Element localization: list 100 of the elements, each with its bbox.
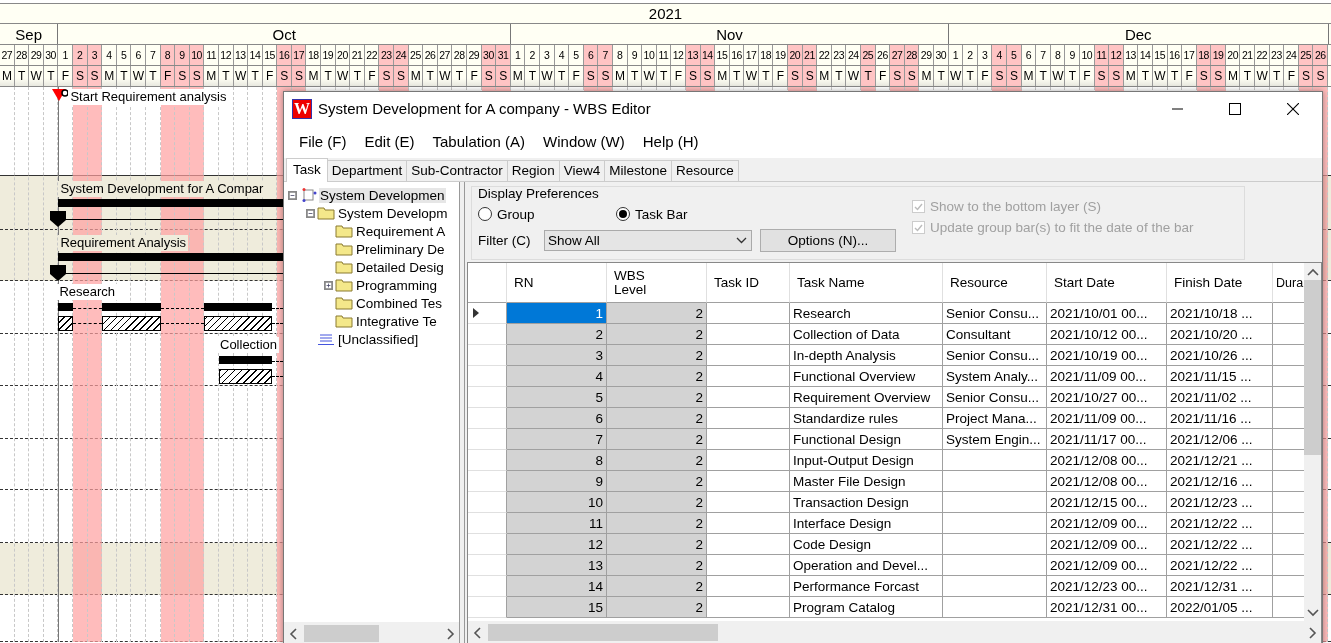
day-header: 25 (861, 45, 876, 65)
table-cell: 2 (507, 324, 607, 345)
table-cell: 2021/11/02 ... (1167, 387, 1273, 408)
folder-icon (335, 260, 353, 274)
table-cell: 13 (507, 555, 607, 576)
table-cell: 2021/12/16 ... (1167, 471, 1273, 492)
tree-item[interactable]: Preliminary De (355, 241, 446, 257)
weekday-header: W (846, 66, 862, 86)
scroll-right-icon[interactable] (1308, 626, 1317, 639)
scroll-thumb[interactable] (1304, 280, 1321, 455)
table-cell: 2021/12/22 ... (1167, 534, 1273, 555)
menu-item[interactable]: File (F) (290, 133, 356, 150)
day-header: 9 (175, 45, 190, 65)
day-header: 19 (1211, 45, 1226, 65)
app-icon: W (292, 98, 312, 119)
weekday-header: T (350, 66, 365, 86)
tab[interactable]: Resource (670, 160, 739, 181)
folder-icon (335, 278, 353, 292)
scroll-up-icon[interactable] (1306, 267, 1319, 276)
month-header: Oct (58, 24, 511, 44)
weekday-header: T (1036, 66, 1051, 86)
table-cell: 2 (607, 387, 707, 408)
folder-icon (335, 242, 353, 256)
collapse-icon[interactable] (288, 190, 297, 200)
column-header[interactable]: Task Name (790, 263, 943, 303)
column-header[interactable]: Start Date (1047, 263, 1167, 303)
table-cell: 2021/12/22 ... (1167, 513, 1273, 534)
tree-item[interactable]: Combined Tes (355, 295, 444, 311)
day-header: 20 (788, 45, 803, 65)
tree-item[interactable]: Integrative Te (355, 313, 438, 329)
options-button[interactable]: Options (N)... (760, 228, 896, 252)
checkbox-label: Update group bar(s) to fit the date of the bar (930, 220, 1194, 235)
day-header: 18 (306, 45, 322, 65)
table-cell: Senior Consu... (943, 387, 1047, 408)
table-cell: 2021/12/22 ... (1167, 555, 1273, 576)
tree-item[interactable]: System Developmen (319, 187, 446, 203)
table-cell: System Engin... (943, 429, 1047, 450)
table-cell: 2 (607, 597, 707, 618)
weekday-header: W (131, 66, 146, 86)
scroll-down-icon[interactable] (1306, 608, 1319, 617)
tab[interactable]: Department (326, 160, 408, 181)
table-cell: 2021/12/09 00... (1047, 555, 1167, 576)
day-header: 7 (1036, 45, 1051, 65)
header-corner (468, 263, 507, 303)
scroll-thumb[interactable] (488, 624, 718, 641)
table-cell: 2 (607, 576, 707, 597)
table-cell: 5 (507, 387, 607, 408)
table-cell: 2 (607, 429, 707, 450)
scroll-right-icon[interactable] (446, 627, 455, 640)
radio-button[interactable] (616, 207, 630, 221)
day-header: 29 (919, 45, 934, 65)
table-cell: 2 (607, 513, 707, 534)
expand-icon[interactable] (324, 280, 333, 290)
current-row-icon (473, 308, 479, 318)
chevron-down-icon (736, 236, 747, 244)
column-header[interactable]: Task ID (707, 263, 790, 303)
tree-item[interactable]: Requirement A (355, 223, 447, 239)
radio-button[interactable] (478, 207, 492, 221)
day-header: 16 (1167, 45, 1183, 65)
weekday-header: W (1255, 66, 1270, 86)
tree-item[interactable]: Detailed Desig (355, 259, 445, 275)
table-cell: Collection of Data (790, 324, 943, 345)
menu-item[interactable]: Help (H) (633, 133, 708, 150)
day-header: 15 (1152, 45, 1168, 65)
menu-item[interactable]: Window (W) (534, 133, 634, 150)
menu-item[interactable]: Edit (E) (355, 133, 424, 150)
weekday-header: T (1138, 66, 1153, 86)
filter-dropdown[interactable]: Show All (544, 229, 752, 251)
scroll-left-icon[interactable] (288, 627, 297, 640)
column-header[interactable]: Finish Date (1167, 263, 1273, 303)
day-header: 8 (612, 45, 628, 65)
horizontal-scrollbar[interactable] (284, 622, 459, 643)
day-header: 1 (948, 45, 964, 65)
tab[interactable]: Region (506, 160, 560, 181)
day-header: 25 (408, 45, 424, 65)
table-cell: 2021/12/06 ... (1167, 429, 1273, 450)
column-header[interactable]: Resource (943, 263, 1047, 303)
table-cell: 2 (607, 534, 707, 555)
tree-item[interactable]: Programming (355, 277, 439, 293)
day-header: 17 (744, 45, 759, 65)
weekday-header: M (919, 66, 934, 86)
tab[interactable]: Task (286, 158, 328, 182)
collapse-icon[interactable] (306, 208, 315, 218)
menu-item[interactable]: Tabulation (A) (423, 133, 535, 150)
tree-item[interactable]: System Developm (337, 205, 449, 221)
day-header: 24 (394, 45, 409, 65)
table-cell: 2021/12/08 00... (1047, 471, 1167, 492)
vertical-scrollbar[interactable] (1304, 263, 1321, 621)
table-cell: 14 (507, 576, 607, 597)
day-header: 1 (510, 45, 526, 65)
weekday-header: T (248, 66, 263, 86)
tree-item[interactable]: [Unclassified] (337, 331, 420, 347)
table-cell: Senior Consu... (943, 303, 1047, 324)
weekday-header: S (394, 66, 409, 86)
scroll-left-icon[interactable] (472, 626, 481, 639)
table-cell: Transaction Design (790, 492, 943, 513)
scroll-thumb[interactable] (304, 625, 379, 642)
folder-icon (335, 314, 353, 328)
horizontal-scrollbar[interactable] (468, 621, 1321, 643)
weekday-header: W (29, 66, 44, 86)
